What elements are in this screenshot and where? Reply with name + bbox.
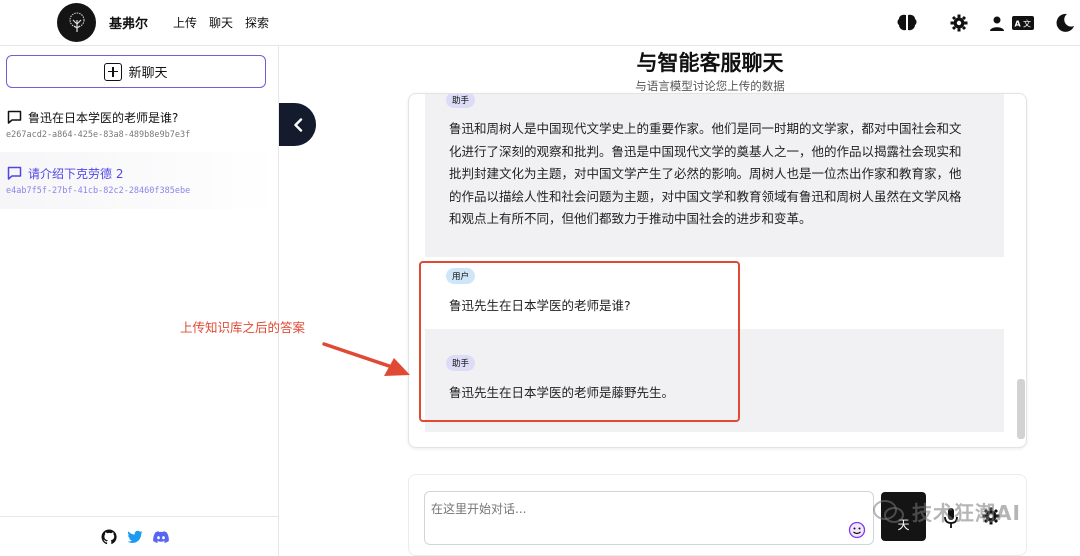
svg-text:文: 文 <box>1023 19 1031 29</box>
conversation-item-active[interactable]: 请介绍下克劳德 2 e4ab7f5f-27bf-41cb-82c2-28460f… <box>0 152 278 209</box>
brand-name[interactable]: 基弗尔 <box>109 13 148 32</box>
conversation-item[interactable]: 鲁迅在日本学医的老师是谁? e267acd2-a864-425e-83a8-48… <box>0 96 278 153</box>
top-bar: 基弗尔 上传 聊天 探索 A文 <box>0 0 1080 46</box>
chat-bubble-icon <box>7 166 22 180</box>
new-chat-label: 新聊天 <box>128 66 168 81</box>
logo[interactable] <box>57 3 96 42</box>
wechat-icon <box>873 499 904 523</box>
tree-logo-icon <box>69 12 84 32</box>
sidebar-footer <box>0 516 279 556</box>
new-chat-button[interactable]: 新聊天 <box>6 55 266 88</box>
moon-icon[interactable] <box>1054 12 1076 34</box>
watermark-text: 技术狂潮AI <box>912 501 1021 525</box>
gear-icon[interactable] <box>948 12 970 34</box>
page-title: 与智能客服聊天 <box>636 51 784 75</box>
annotation-label: 上传知识库之后的答案 <box>180 320 306 335</box>
conversation-id: e267acd2-a864-425e-83a8-489b8e9b7e3f <box>6 130 191 140</box>
chat-scrollbar[interactable] <box>1017 379 1025 439</box>
message-text: 鲁迅和周树人是中国现代文学史上的重要作家。他们是同一时期的文学家，都对中国社会和… <box>449 121 962 226</box>
collapse-sidebar-button[interactable] <box>279 103 316 146</box>
nav-upload[interactable]: 上传 <box>173 14 197 31</box>
assistant-message: 助手 鲁迅和周树人是中国现代文学史上的重要作家。他们是同一时期的文学家，都对中国… <box>425 94 1004 257</box>
emoji-icon[interactable] <box>848 521 866 539</box>
annotation-arrow <box>322 342 410 376</box>
plus-square-icon <box>104 62 123 81</box>
chat-bubble-icon <box>7 110 22 124</box>
sidebar: 新聊天 鲁迅在日本学医的老师是谁? e267acd2-a864-425e-83a… <box>0 46 279 556</box>
chevron-left-icon <box>293 117 302 132</box>
chat-input[interactable] <box>424 491 874 545</box>
translate-icon[interactable]: A文 <box>1012 12 1034 34</box>
user-icon[interactable] <box>986 12 1008 34</box>
highlight-box <box>419 261 740 422</box>
brain-icon[interactable] <box>896 12 918 34</box>
watermark: 技术狂潮AI <box>872 497 1021 526</box>
nav-chat[interactable]: 聊天 <box>209 14 233 31</box>
svg-text:A: A <box>1015 20 1022 29</box>
conversation-title: 鲁迅在日本学医的老师是谁? <box>28 111 179 125</box>
twitter-icon[interactable] <box>127 529 143 545</box>
discord-icon[interactable] <box>153 529 169 545</box>
role-badge: 助手 <box>446 94 476 108</box>
conversation-title: 请介绍下克劳德 2 <box>28 167 124 181</box>
page-subtitle: 与语言模型讨论您上传的数据 <box>635 79 785 93</box>
main-nav: 上传 聊天 探索 <box>173 14 269 31</box>
nav-explore[interactable]: 探索 <box>245 14 269 31</box>
conversation-id: e4ab7f5f-27bf-41cb-82c2-28460f385ebe <box>6 186 191 196</box>
github-icon[interactable] <box>101 529 117 545</box>
